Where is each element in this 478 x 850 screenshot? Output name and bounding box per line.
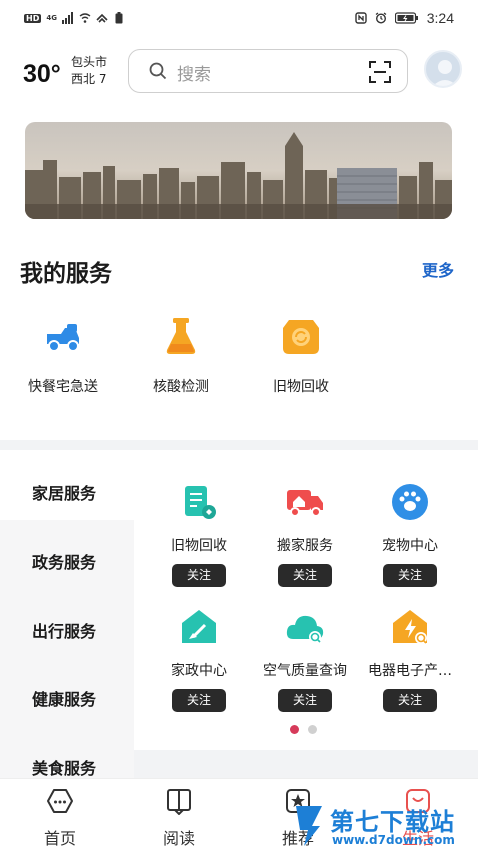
nav-read[interactable]: 阅读 [139,787,219,849]
category-government-services[interactable]: 政务服务 [32,549,96,573]
wifi-icon [79,12,91,24]
grid-item[interactable]: 旧物回收 关注 [146,482,252,587]
category-travel-services[interactable]: 出行服务 [32,618,96,642]
document-recycle-icon [179,482,219,522]
grid-item-label: 空气质量查询 [252,660,358,680]
watermark-brand: 第七下载站 [330,802,455,837]
hd-indicator: HD [24,14,41,23]
grid-item[interactable]: 宠物中心 关注 [357,482,463,587]
search-bar[interactable]: 搜索 [128,49,408,93]
follow-button[interactable]: 关注 [383,564,437,587]
home-chat-icon [46,787,74,815]
grid-item[interactable]: 空气质量查询 关注 [252,607,358,712]
paw-icon [390,482,430,522]
search-icon [149,62,167,80]
watermark-url: www.d7down.com [332,833,455,847]
grid-bottom-gap [134,750,478,780]
grid-item-label: 电器电子产… [357,660,463,680]
nav-home[interactable]: 首页 [20,787,100,849]
book-icon [165,787,193,815]
weather-temperature[interactable]: 30° [23,60,61,89]
status-right: 3:24 [355,10,454,26]
weather-city: 包头市 [71,54,107,71]
follow-button[interactable]: 关注 [172,689,226,712]
nav-label: 首页 [20,825,100,849]
service-label: 快餐宅急送 [13,376,113,396]
service-label: 旧物回收 [251,376,351,396]
service-nucleic-test[interactable]: 核酸检测 [131,314,231,396]
category-sidebar: 家居服务 政务服务 出行服务 健康服务 美食服务 [0,450,134,780]
section-divider [0,440,478,450]
status-left: HD 4G [24,12,125,24]
battery-icon [395,12,419,24]
service-grid: 旧物回收 关注 搬家服务 关注 宠物中心 关注 家政中心 关注 空气质量查询 关… [134,450,478,750]
moving-truck-icon [285,482,325,522]
weather-wind: 西北 7 [71,71,107,88]
network-indicator: 4G [46,14,57,22]
grid-item[interactable]: 搬家服务 关注 [252,482,358,587]
city-skyline-image [25,122,452,219]
more-link[interactable]: 更多 [422,257,454,281]
recycle-icon [279,314,323,358]
electric-home-icon [390,607,430,647]
grid-item[interactable]: 电器电子产… 关注 [357,607,463,712]
banner-image[interactable] [25,122,452,219]
alarm-icon [375,12,387,24]
weather-location[interactable]: 包头市 西北 7 [71,54,107,88]
grid-item-label: 搬家服务 [252,535,358,555]
page-indicator [290,725,317,734]
scan-icon[interactable] [369,61,391,83]
nfc-transfer-icon [96,12,108,24]
service-label: 核酸检测 [131,376,231,396]
status-bar: HD 4G 3:24 [0,0,478,36]
follow-button[interactable]: 关注 [383,689,437,712]
category-home-services[interactable]: 家居服务 [32,480,96,504]
user-icon [426,52,462,88]
follow-button[interactable]: 关注 [172,564,226,587]
grid-item-label: 宠物中心 [357,535,463,555]
page-dot-active[interactable] [290,725,299,734]
signal-icon [62,12,74,24]
watermark: 第七下载站 www.d7down.com [292,800,478,850]
test-tube-icon [159,314,203,358]
page-dot[interactable] [308,725,317,734]
header: 30° 包头市 西北 7 搜索 [0,44,478,100]
search-input[interactable]: 搜索 [177,60,211,85]
nfc-icon [355,12,367,24]
delivery-icon [41,314,85,358]
service-delivery[interactable]: 快餐宅急送 [13,314,113,396]
category-food-services[interactable]: 美食服务 [32,755,96,779]
clock: 3:24 [427,10,454,26]
grid-item-label: 旧物回收 [146,535,252,555]
air-cloud-icon [285,607,325,647]
nav-label: 阅读 [139,825,219,849]
grid-item[interactable]: 家政中心 关注 [146,607,252,712]
grid-item-label: 家政中心 [146,660,252,680]
battery-saver-icon [113,12,125,24]
follow-button[interactable]: 关注 [278,564,332,587]
my-services-title: 我的服务 [20,254,112,288]
category-health-services[interactable]: 健康服务 [32,686,96,710]
follow-button[interactable]: 关注 [278,689,332,712]
avatar[interactable] [424,50,462,88]
service-recycle[interactable]: 旧物回收 [251,314,351,396]
cleaning-home-icon [179,607,219,647]
